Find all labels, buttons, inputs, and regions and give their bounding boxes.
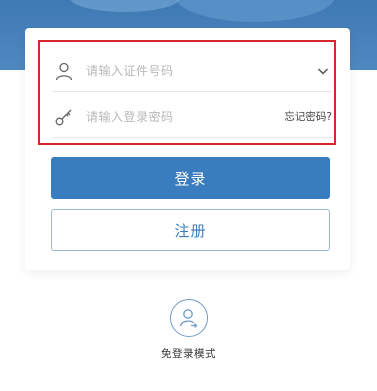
register-button[interactable]: 注册 <box>51 209 330 251</box>
key-icon <box>52 105 76 129</box>
credentials-group: 请输入证件号码 请输入登录密码 忘记密码? <box>38 40 336 145</box>
id-number-placeholder[interactable]: 请输入证件号码 <box>86 62 314 79</box>
guest-mode-label[interactable]: 免登录模式 <box>0 346 377 361</box>
user-icon <box>52 59 76 83</box>
id-number-field[interactable]: 请输入证件号码 <box>52 50 332 92</box>
guest-mode-icon[interactable] <box>170 299 208 337</box>
chevron-down-icon[interactable] <box>314 62 332 80</box>
header-decoration-secondary <box>70 0 180 12</box>
password-placeholder[interactable]: 请输入登录密码 <box>86 108 284 125</box>
login-screen: 请输入证件号码 请输入登录密码 忘记密码? 登录 注册 免登录模式 <box>0 0 377 391</box>
login-button[interactable]: 登录 <box>51 157 330 199</box>
password-field[interactable]: 请输入登录密码 忘记密码? <box>52 96 332 138</box>
forgot-password-link[interactable]: 忘记密码? <box>284 109 332 124</box>
header-decoration <box>175 0 335 22</box>
